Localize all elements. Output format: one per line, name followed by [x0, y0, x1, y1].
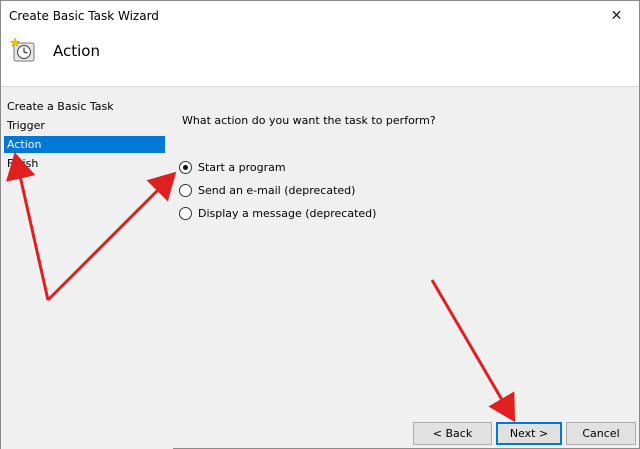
start-program-label[interactable]: Start a program [198, 161, 286, 174]
window-title: Create Basic Task Wizard [9, 9, 159, 23]
wizard-window: Create Basic Task Wizard ✕ Action Create… [0, 0, 640, 449]
send-email-label[interactable]: Send an e-mail (deprecated) [198, 184, 355, 197]
option-send-email[interactable]: Send an e-mail (deprecated) [179, 182, 355, 198]
task-scheduler-clock-icon [9, 37, 35, 62]
step-trigger[interactable]: Trigger [4, 117, 165, 134]
action-panel: What action do you want the task to perf… [173, 88, 639, 418]
wizard-steps-sidebar: Create a Basic Task Trigger Action Finis… [1, 88, 173, 449]
option-display-message[interactable]: Display a message (deprecated) [179, 205, 376, 221]
step-create-basic-task[interactable]: Create a Basic Task [4, 98, 165, 115]
close-button[interactable]: ✕ [594, 1, 639, 31]
cancel-button[interactable]: Cancel [566, 422, 636, 445]
step-action[interactable]: Action [4, 136, 165, 153]
send-email-radio[interactable] [179, 183, 192, 197]
display-message-radio[interactable] [179, 206, 192, 220]
start-program-radio[interactable] [179, 160, 192, 174]
page-title: Action [53, 42, 100, 60]
wizard-header: Action [1, 31, 639, 87]
option-start-program[interactable]: Start a program [179, 159, 286, 175]
wizard-footer: < Back Next > Cancel [1, 418, 639, 449]
back-button[interactable]: < Back [413, 422, 492, 445]
next-button[interactable]: Next > [496, 422, 562, 445]
step-finish[interactable]: Finish [4, 155, 165, 172]
title-bar: Create Basic Task Wizard ✕ [1, 1, 639, 31]
display-message-label[interactable]: Display a message (deprecated) [198, 207, 376, 220]
action-question: What action do you want the task to perf… [182, 114, 436, 127]
